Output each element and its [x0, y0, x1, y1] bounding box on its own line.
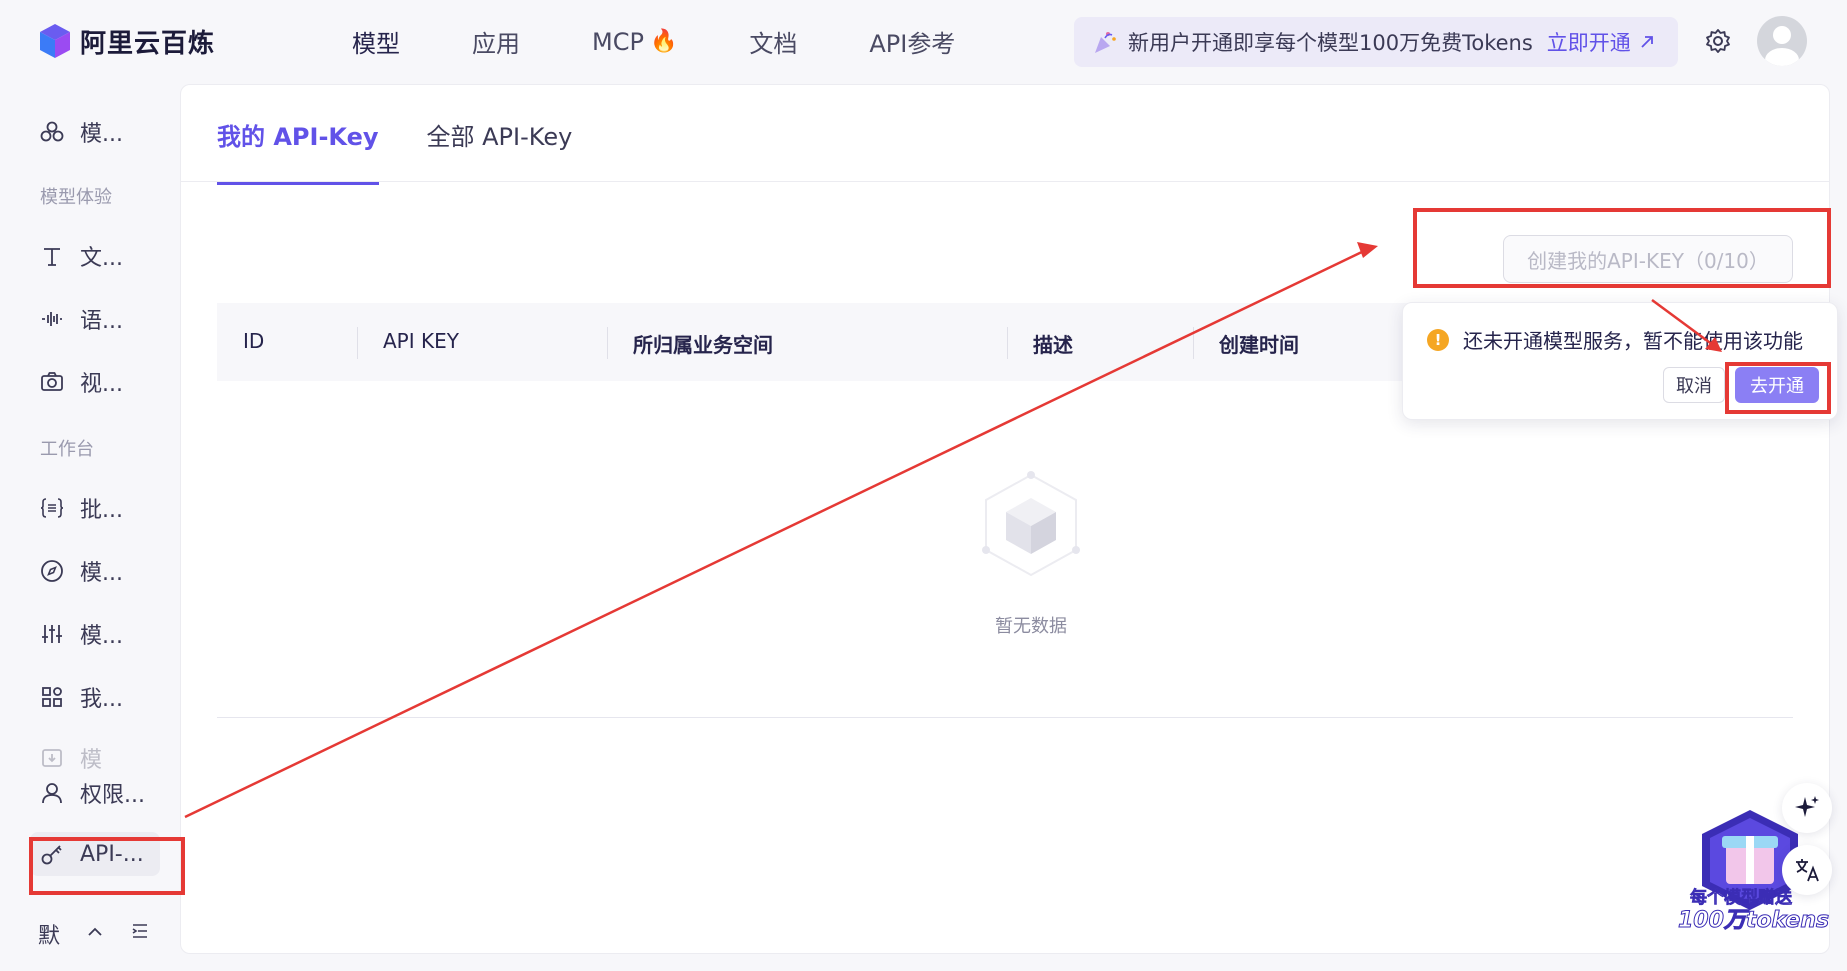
empty-cube-icon — [982, 471, 1080, 577]
collapse-menu-icon[interactable] — [130, 921, 150, 947]
download-box-icon — [38, 744, 66, 772]
workspace-switcher[interactable]: 默 — [38, 918, 60, 950]
sidebar-item-text[interactable]: 文... — [38, 240, 123, 272]
sidebar-item-model-explore[interactable]: 模... — [38, 555, 123, 587]
nav-item-models[interactable]: 模型 — [352, 24, 400, 59]
main-nav: 模型 应用 MCP 🔥 文档 API参考 — [352, 24, 1027, 59]
sidebar-item-model-overview[interactable]: 模... — [38, 116, 123, 148]
nav-item-docs[interactable]: 文档 — [749, 24, 797, 59]
sidebar-item-label: 批... — [80, 498, 123, 523]
promo-text: 新用户开通即享每个模型100万免费Tokens — [1128, 31, 1533, 55]
sidebar-item-model-partial[interactable]: 模 — [38, 742, 102, 774]
sidebar-item-label: 权限... — [80, 783, 145, 808]
annotation-box-enable — [1725, 362, 1831, 414]
cluster-icon — [38, 118, 66, 146]
column-divider — [1007, 327, 1008, 359]
sidebar-item-label: 模... — [80, 561, 123, 586]
arrow-up-right-icon — [1641, 36, 1653, 48]
sidebar-item-label: 我... — [80, 687, 123, 712]
empty-state: 暂无数据 — [951, 470, 1111, 638]
sidebar-item-label: 文... — [80, 246, 123, 271]
tab-my-api-key[interactable]: 我的 API-Key — [217, 117, 379, 185]
table-bottom-border — [217, 717, 1793, 718]
settings-gear-icon[interactable] — [1703, 26, 1733, 56]
sidebar-item-label: 模... — [80, 122, 123, 147]
column-header-workspace: 所归属业务空间 — [633, 333, 773, 357]
logo[interactable]: 阿里云百炼 — [38, 22, 215, 60]
camera-icon — [38, 368, 66, 396]
sidebar-item-my-apps[interactable]: 我... — [38, 681, 123, 713]
nav-label: API参考 — [869, 30, 956, 58]
column-divider — [357, 327, 358, 359]
sidebar-item-voice[interactable]: 语... — [38, 303, 123, 335]
sidebar-item-vision[interactable]: 视... — [38, 366, 123, 398]
cancel-button[interactable]: 取消 — [1663, 367, 1725, 403]
compass-icon — [38, 557, 66, 585]
popconfirm-message-text: 还未开通模型服务，暂不能使用该功能 — [1463, 329, 1803, 353]
sidebar-item-label: 语... — [80, 309, 123, 334]
nav-label: MCP — [592, 27, 644, 56]
user-avatar-icon — [1765, 26, 1799, 66]
nav-item-mcp[interactable]: MCP 🔥 — [592, 24, 677, 59]
text-icon — [38, 242, 66, 270]
nav-label: 模型 — [352, 30, 400, 58]
sidebar-item-model-tuning[interactable]: 模... — [38, 618, 123, 650]
user-avatar[interactable] — [1757, 16, 1807, 66]
sliders-icon — [38, 620, 66, 648]
apps-grid-icon — [38, 683, 66, 711]
sidebar-item-label: 模... — [80, 624, 123, 649]
bailian-logo-icon — [40, 24, 70, 58]
column-header-id: ID — [243, 329, 265, 353]
sidebar-item-label: 模 — [80, 748, 103, 773]
empty-state-text: 暂无数据 — [995, 616, 1067, 637]
waveform-icon — [38, 305, 66, 333]
column-header-api-key: API KEY — [383, 329, 459, 353]
translate-button[interactable] — [1782, 845, 1832, 895]
party-popper-icon — [1095, 32, 1116, 53]
sidebar-item-label: 视... — [80, 372, 123, 397]
top-navigation-bar: 阿里云百炼 模型 应用 MCP 🔥 文档 API参考 新用户开通即享每个模型100… — [0, 0, 1847, 84]
nav-item-apps[interactable]: 应用 — [472, 24, 520, 59]
app-title: 阿里云百炼 — [80, 28, 216, 59]
tabs-divider — [181, 181, 1829, 182]
chevron-up-icon[interactable] — [86, 922, 104, 947]
sidebar-item-batch[interactable]: 批... — [38, 492, 123, 524]
column-header-description: 描述 — [1033, 333, 1073, 357]
promo-link-label: 立即开通 — [1546, 31, 1631, 55]
promo-link[interactable]: 立即开通 — [1547, 27, 1655, 57]
sidebar: 模... 模型体验 文... 语... 视... 工作台 批... 模... 模… — [0, 100, 180, 960]
translate-icon — [1796, 859, 1819, 882]
annotation-box-api-key-menu — [29, 837, 185, 895]
column-divider — [1193, 327, 1194, 359]
sidebar-footer: 默 — [38, 918, 176, 950]
sidebar-item-permissions[interactable]: 权限... — [38, 777, 145, 809]
gift-badge-line2: 100万tokens — [1677, 908, 1830, 934]
nav-label: 应用 — [472, 30, 520, 58]
braces-list-icon — [38, 494, 66, 522]
nav-label: 文档 — [749, 30, 798, 58]
popconfirm-message: ! 还未开通模型服务，暂不能使用该功能 — [1427, 325, 1803, 354]
column-divider — [607, 327, 608, 359]
user-icon — [38, 779, 66, 807]
sidebar-group-workbench: 工作台 — [40, 439, 94, 460]
fire-icon: 🔥 — [649, 29, 678, 54]
warning-icon: ! — [1427, 328, 1449, 351]
annotation-box-create-key — [1413, 208, 1831, 288]
column-header-created-time: 创建时间 — [1219, 333, 1299, 357]
tab-all-api-key[interactable]: 全部 API-Key — [427, 117, 573, 185]
promo-banner[interactable]: 新用户开通即享每个模型100万免费Tokens 立即开通 — [1074, 17, 1678, 67]
api-key-tabs: 我的 API-Key 全部 API-Key — [217, 117, 620, 185]
sidebar-group-model-experience: 模型体验 — [40, 187, 112, 208]
nav-item-api-reference[interactable]: API参考 — [869, 24, 955, 59]
